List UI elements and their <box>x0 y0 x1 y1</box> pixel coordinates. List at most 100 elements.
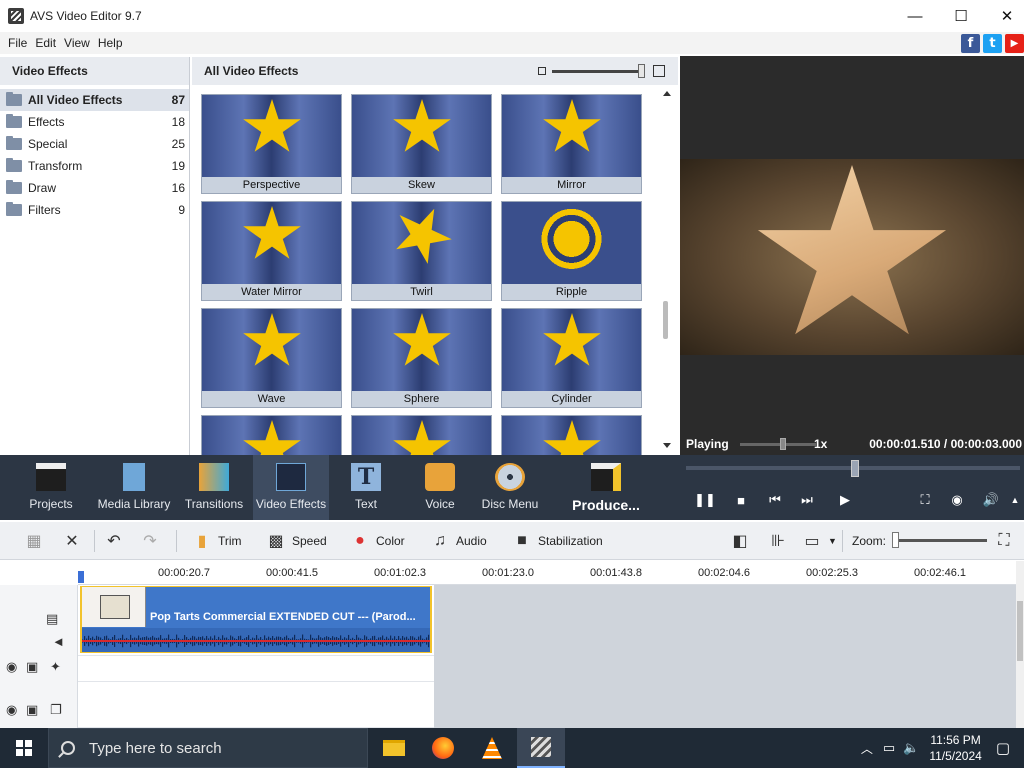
star-icon <box>393 420 451 455</box>
folder-icon <box>6 114 22 128</box>
eye-icon[interactable]: ◉ <box>6 702 17 718</box>
gallery-scrollbar[interactable] <box>660 87 674 453</box>
small-thumbnail-icon[interactable] <box>538 67 546 75</box>
menu-view[interactable]: View <box>60 36 94 50</box>
effect-tile-partial[interactable] <box>501 415 642 455</box>
large-thumbnail-icon[interactable] <box>653 65 665 77</box>
scrollbar-thumb[interactable] <box>663 301 668 339</box>
video-effects-button[interactable]: Video Effects <box>253 455 329 520</box>
category-draw[interactable]: Draw 16 <box>0 177 189 199</box>
effect-tile-sphere[interactable]: Sphere <box>351 308 492 408</box>
close-button[interactable]: ✕ <box>984 0 1024 32</box>
effect-tile-twirl[interactable]: Twirl <box>351 201 492 301</box>
fit-timeline-button[interactable]: ⛶ <box>994 522 1020 560</box>
lock-icon[interactable]: ▣ <box>26 702 38 718</box>
audio-mixer-button[interactable]: ⊪ <box>768 522 794 560</box>
clock[interactable]: 11:56 PM 11/5/2024 <box>929 732 982 764</box>
youtube-icon[interactable]: ▶ <box>1005 34 1024 53</box>
timeline-vertical-scrollbar[interactable] <box>1016 561 1024 728</box>
delete-button[interactable]: ✕ <box>62 522 88 560</box>
pause-icon[interactable]: ❚❚ <box>694 491 716 509</box>
thumbnail-size-slider[interactable] <box>552 70 644 73</box>
avs-editor-icon <box>531 737 551 757</box>
category-all-video-effects[interactable]: All Video Effects 87 <box>0 89 189 111</box>
previous-frame-icon[interactable]: ⏮ <box>766 491 784 509</box>
category-effects[interactable]: Effects 18 <box>0 111 189 133</box>
speed-button[interactable]: ▩ Speed <box>266 522 327 560</box>
aspect-ratio-button[interactable]: ▭ ▼ <box>802 522 836 560</box>
audio-button[interactable]: ♫ Audio <box>430 522 487 560</box>
undo-button[interactable]: ↶ <box>104 522 130 560</box>
facebook-icon[interactable]: f <box>961 34 980 53</box>
category-filters[interactable]: Filters 9 <box>0 199 189 221</box>
category-special[interactable]: Special 25 <box>0 133 189 155</box>
redo-button[interactable]: ↷ <box>140 522 166 560</box>
taskbar-avs-video-editor[interactable] <box>517 728 565 768</box>
taskbar-search[interactable]: Type here to search <box>48 728 368 768</box>
next-frame-icon[interactable]: ⏭ <box>798 491 816 509</box>
scroll-down-arrow-icon[interactable] <box>663 443 671 448</box>
trim-button[interactable]: ▮ Trim <box>192 522 242 560</box>
playhead[interactable] <box>78 571 84 583</box>
effect-tile-skew[interactable]: Skew <box>351 94 492 194</box>
maximize-button[interactable]: ☐ <box>938 0 984 32</box>
next-clip-icon[interactable]: ▶ <box>836 491 854 509</box>
network-icon[interactable]: ▭ <box>883 740 895 756</box>
audio-mute-icon[interactable]: ◄ <box>52 634 65 649</box>
disc-menu-button[interactable]: Disc Menu <box>480 455 540 520</box>
menu-help[interactable]: Help <box>94 36 127 50</box>
stabilization-button[interactable]: ■ Stabilization <box>512 522 603 560</box>
zoom-handle[interactable] <box>892 532 899 548</box>
stop-icon[interactable]: ■ <box>732 491 750 509</box>
category-transform[interactable]: Transform 19 <box>0 155 189 177</box>
snapshot-icon[interactable]: ◉ <box>948 491 966 509</box>
effect-label: Sphere <box>352 391 491 407</box>
effect-tile-ripple[interactable]: Ripple <box>501 201 642 301</box>
minimize-button[interactable]: — <box>892 0 938 32</box>
twitter-icon[interactable]: t <box>983 34 1002 53</box>
effect-tile-mirror[interactable]: Mirror <box>501 94 642 194</box>
volume-icon[interactable]: 🔈 <box>903 740 919 756</box>
taskbar-file-explorer[interactable] <box>370 728 418 768</box>
scrollbar-thumb[interactable] <box>1017 601 1023 661</box>
show-hidden-icons[interactable]: ︿ <box>861 740 873 757</box>
color-button[interactable]: ● Color <box>350 522 405 560</box>
menu-edit[interactable]: Edit <box>31 36 60 50</box>
volume-menu-icon[interactable]: ▲ <box>1006 491 1024 509</box>
video-clip[interactable]: Pop Tarts Commercial EXTENDED CUT --- (P… <box>80 586 432 653</box>
taskbar-vlc[interactable] <box>468 728 516 768</box>
media-library-button[interactable]: Media Library <box>98 455 170 520</box>
effect-tile-partial[interactable] <box>351 415 492 455</box>
menu-file[interactable]: File <box>4 36 31 50</box>
speed-label: Speed <box>292 534 327 548</box>
transitions-button[interactable]: Transitions <box>184 455 244 520</box>
volume-icon[interactable]: 🔊 <box>982 491 1000 509</box>
storyboard-toggle[interactable]: ▦ <box>24 522 50 560</box>
effect-tile-cylinder[interactable]: Cylinder <box>501 308 642 408</box>
eye-icon[interactable]: ◉ <box>6 659 17 675</box>
fullscreen-icon[interactable]: ⛶ <box>916 491 934 509</box>
preview-video[interactable] <box>680 159 1024 355</box>
effect-tile-partial[interactable] <box>201 415 342 455</box>
split-button[interactable]: ◧ <box>730 522 756 560</box>
playback-seek-handle[interactable] <box>851 460 859 477</box>
track-area[interactable]: Pop Tarts Commercial EXTENDED CUT --- (P… <box>78 585 1016 728</box>
taskbar-firefox[interactable] <box>419 728 467 768</box>
scroll-up-arrow-icon[interactable] <box>663 91 671 96</box>
text-label: Text <box>354 497 377 511</box>
projects-button[interactable]: Projects <box>22 455 80 520</box>
start-button[interactable] <box>0 728 48 768</box>
time-ruler[interactable]: 00:00:20.7 00:00:41.5 00:01:02.3 00:01:2… <box>78 561 1016 585</box>
lock-icon[interactable]: ▣ <box>26 659 38 675</box>
effect-tile-wave[interactable]: Wave <box>201 308 342 408</box>
notifications-icon[interactable]: ▢ <box>996 739 1010 757</box>
voice-button[interactable]: Voice <box>412 455 468 520</box>
playback-speed-handle[interactable] <box>780 438 786 450</box>
effect-tile-perspective[interactable]: Perspective <box>201 94 342 194</box>
playback-speed-slider[interactable] <box>740 443 816 446</box>
thumbnail-size-handle[interactable] <box>638 64 645 78</box>
effect-tile-water-mirror[interactable]: Water Mirror <box>201 201 342 301</box>
text-button[interactable]: T Text <box>338 455 394 520</box>
zoom-slider[interactable] <box>893 539 987 542</box>
produce-button[interactable]: Produce... <box>568 455 644 520</box>
